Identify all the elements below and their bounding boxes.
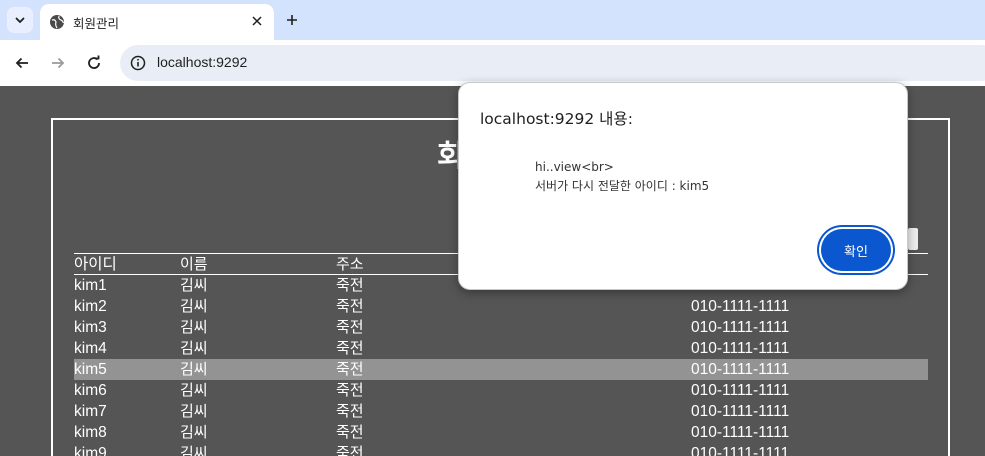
cell-phone: 010-1111-1111 (691, 361, 790, 378)
cell-name: 김씨 (180, 297, 208, 315)
cell-phone: 010-1111-1111 (691, 340, 790, 357)
tab-title: 회원관리 (73, 16, 120, 31)
cell-address: 죽전 (336, 297, 364, 315)
cell-address: 죽전 (336, 318, 364, 336)
address-bar[interactable]: localhost:9292 (120, 45, 985, 81)
cell-id: kim3 (74, 319, 107, 336)
dialog-title: localhost:9292 내용: (480, 110, 633, 128)
cell-phone: 010-1111-1111 (691, 403, 790, 420)
table-row[interactable]: kim3 김씨 죽전 010-1111-1111 (74, 317, 928, 338)
page-button[interactable] (908, 228, 918, 250)
plus-icon (287, 15, 297, 25)
table-row[interactable]: kim5 김씨 죽전 010-1111-1111 (74, 359, 928, 380)
cell-phone: 010-1111-1111 (691, 319, 790, 336)
dialog-message-line: hi..view<br> (535, 160, 614, 174)
dialog-message-line: 서버가 다시 전달한 아이디 : kim5 (535, 179, 710, 193)
cell-address: 죽전 (336, 360, 364, 378)
cell-name: 김씨 (180, 402, 208, 420)
table-row[interactable]: kim4 김씨 죽전 010-1111-1111 (74, 338, 928, 359)
table-row[interactable]: kim7 김씨 죽전 010-1111-1111 (74, 401, 928, 422)
tab-search-button[interactable] (7, 7, 33, 33)
cell-address: 죽전 (336, 402, 364, 420)
arrow-left-icon (15, 57, 28, 69)
tab-strip: 회원관리 (0, 0, 985, 40)
cell-id: kim9 (74, 445, 107, 456)
cell-id: kim1 (74, 277, 107, 294)
browser-tab[interactable]: 회원관리 (40, 4, 274, 40)
globe-icon (50, 15, 65, 29)
cell-phone: 010-1111-1111 (691, 424, 790, 441)
header-id: 아이디 (74, 256, 117, 273)
chevron-down-icon (15, 17, 25, 24)
table-row[interactable]: kim8 김씨 죽전 010-1111-1111 (74, 422, 928, 443)
cell-address: 죽전 (336, 276, 364, 294)
table-row[interactable]: kim9 김씨 죽전 010-1111-1111 (74, 443, 928, 456)
alert-dialog: localhost:9292 내용: hi..view<br> 서버가 다시 전… (458, 82, 908, 290)
info-icon[interactable] (129, 54, 147, 72)
cell-name: 김씨 (180, 360, 208, 378)
arrow-right-icon (52, 57, 65, 69)
cell-address: 죽전 (336, 423, 364, 441)
ok-button[interactable]: 확인 (821, 229, 891, 271)
cell-phone: 010-1111-1111 (691, 382, 790, 399)
cell-id: kim4 (74, 340, 107, 357)
table-row[interactable]: kim2 김씨 죽전 010-1111-1111 (74, 296, 928, 317)
forward-button[interactable] (46, 51, 70, 75)
cell-name: 김씨 (180, 339, 208, 357)
table-body: kim1김씨죽전010-1111-1111kim2김씨죽전010-1111-11… (74, 275, 928, 456)
cell-address: 죽전 (336, 339, 364, 357)
header-name: 이름 (180, 255, 208, 273)
cell-phone: 010-1111-1111 (691, 445, 790, 456)
cell-id: kim7 (74, 403, 107, 420)
cell-name: 김씨 (180, 318, 208, 336)
dialog-message: hi..view<br> 서버가 다시 전달한 아이디 : kim5 (535, 158, 709, 196)
browser-toolbar: localhost:9292 (0, 40, 985, 86)
cell-name: 김씨 (180, 276, 208, 294)
cell-name: 김씨 (180, 381, 208, 399)
cell-address: 죽전 (336, 381, 364, 399)
cell-phone: 010-1111-1111 (691, 298, 790, 315)
reload-button[interactable] (82, 51, 106, 75)
cell-id: kim5 (74, 361, 107, 378)
reload-icon (88, 55, 100, 69)
table-row[interactable]: kim6 김씨 죽전 010-1111-1111 (74, 380, 928, 401)
cell-name: 김씨 (180, 444, 208, 456)
cell-id: kim2 (74, 298, 107, 315)
cell-name: 김씨 (180, 423, 208, 441)
close-icon[interactable] (248, 12, 266, 30)
new-tab-button[interactable] (281, 9, 303, 31)
url-text: localhost:9292 (157, 54, 248, 70)
header-address: 주소 (336, 255, 364, 273)
cell-address: 죽전 (336, 444, 364, 456)
back-button[interactable] (10, 51, 34, 75)
cell-id: kim8 (74, 424, 107, 441)
cell-id: kim6 (74, 382, 107, 399)
